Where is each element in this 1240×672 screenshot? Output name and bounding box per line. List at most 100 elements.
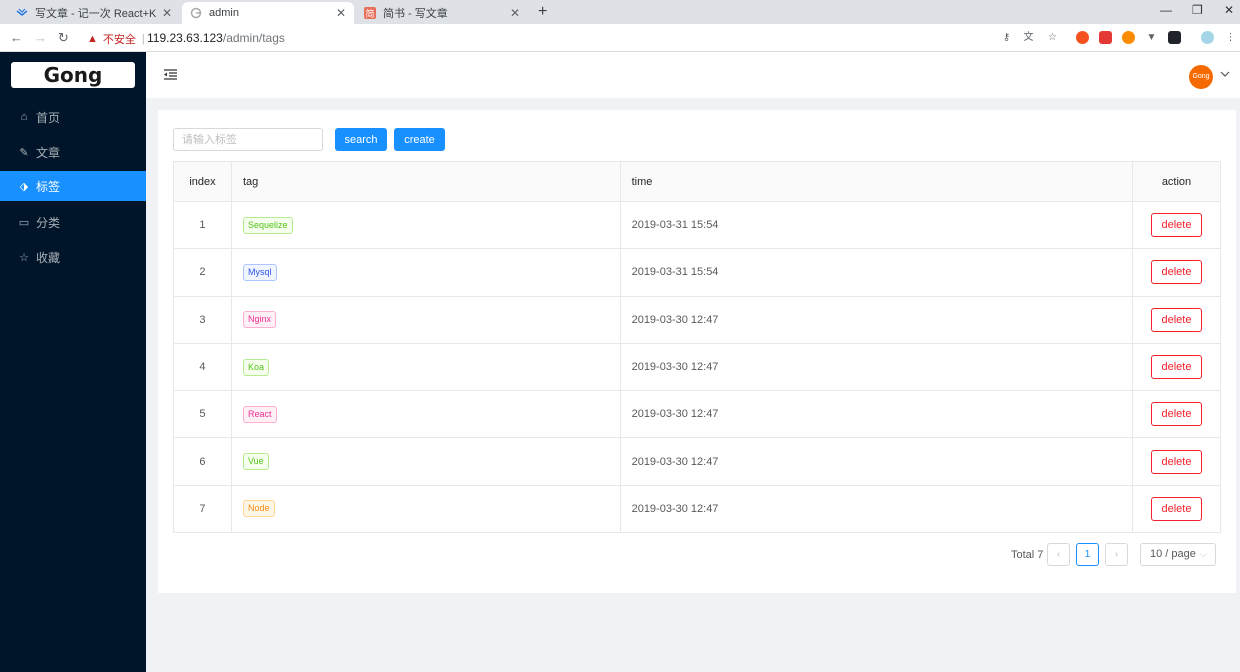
- warning-icon: ▲: [87, 33, 98, 45]
- sidebar-item-label: 收藏: [36, 250, 61, 265]
- delete-button[interactable]: delete: [1151, 402, 1202, 427]
- delete-button[interactable]: delete: [1151, 496, 1202, 521]
- row-action-cell: delete: [1132, 485, 1221, 534]
- sidebar-item-favorites[interactable]: ☆ 收藏: [0, 242, 146, 272]
- tag-badge: React: [242, 405, 277, 423]
- url-path: /admin/tags: [222, 31, 285, 45]
- sidebar-item-label: 标签: [36, 179, 61, 194]
- row-action-cell: delete: [1132, 296, 1221, 344]
- new-tab-icon[interactable]: +: [538, 3, 547, 21]
- close-icon[interactable]: ✕: [336, 6, 346, 20]
- page-size-value: 10 / page: [1150, 548, 1196, 560]
- chevron-down-icon[interactable]: [1220, 69, 1230, 81]
- reload-icon[interactable]: ↻: [58, 30, 69, 46]
- close-window-icon[interactable]: ✕: [1224, 3, 1234, 17]
- row-action-cell: delete: [1132, 201, 1221, 250]
- extension-icon[interactable]: [1076, 31, 1089, 44]
- tag-badge: Node: [242, 500, 275, 518]
- top-header: Gong: [146, 52, 1240, 98]
- star-icon: ☆: [19, 251, 29, 264]
- minimize-icon[interactable]: —: [1160, 3, 1172, 17]
- translate-icon[interactable]: 文: [1022, 31, 1035, 44]
- url-host: 119.23.63.123: [147, 31, 223, 45]
- row-time: 2019-03-30 12:47: [620, 485, 1134, 534]
- table-row: 6 Vue 2019-03-30 12:47 delete: [173, 437, 1221, 486]
- row-action-cell: delete: [1132, 248, 1221, 297]
- browser-tab-3[interactable]: 简 简书 - 写文章 ✕: [356, 2, 528, 24]
- back-icon[interactable]: ←: [10, 30, 23, 45]
- row-index: 3: [173, 296, 232, 344]
- sidebar-item-articles[interactable]: ✎ 文章: [0, 137, 146, 167]
- bookmark-star-icon[interactable]: ☆: [1046, 31, 1059, 44]
- url-field[interactable]: 119.23.63.123/admin/tags: [147, 31, 285, 45]
- sidebar-item-categories[interactable]: ▭ 分类: [0, 207, 146, 237]
- wind-icon: [16, 7, 28, 19]
- jianshu-icon: 简: [364, 7, 376, 19]
- delete-button[interactable]: delete: [1151, 260, 1202, 285]
- tag-badge: Koa: [242, 358, 269, 376]
- delete-button[interactable]: delete: [1151, 213, 1202, 238]
- close-icon[interactable]: ✕: [162, 6, 172, 20]
- row-time: 2019-03-31 15:54: [620, 201, 1134, 250]
- sidebar-item-tags[interactable]: ⬗ 标签: [0, 171, 146, 201]
- column-header-time: time: [620, 161, 1134, 202]
- sidebar: Gong ⌂ 首页 ✎ 文章 ⬗ 标签 ▭ 分类 ☆ 收藏: [0, 52, 146, 672]
- pagination-next-button[interactable]: ›: [1105, 543, 1128, 566]
- chevron-down-icon: ⌵: [1200, 549, 1207, 559]
- security-indicator[interactable]: ▲ 不安全 |: [87, 31, 151, 47]
- row-index: 6: [173, 437, 232, 486]
- more-menu-icon[interactable]: ⋮: [1224, 31, 1237, 44]
- sidebar-item-home[interactable]: ⌂ 首页: [0, 102, 146, 132]
- row-index: 5: [173, 390, 232, 439]
- browser-tab-1[interactable]: 写文章 - 记一次 React+Koa + M ✕: [8, 2, 180, 24]
- react-devtools-icon[interactable]: [1168, 31, 1181, 44]
- pagination-page-button[interactable]: 1: [1076, 543, 1099, 566]
- profile-icon[interactable]: [1201, 31, 1214, 44]
- vue-devtools-icon[interactable]: ▼: [1145, 31, 1158, 44]
- delete-button[interactable]: delete: [1151, 355, 1202, 380]
- row-time: 2019-03-30 12:47: [620, 343, 1134, 392]
- browser-tab-2[interactable]: admin ✕: [182, 2, 354, 24]
- browser-tab-title: admin: [209, 7, 239, 19]
- create-button[interactable]: create: [394, 128, 445, 151]
- table-row: 3 Nginx 2019-03-30 12:47 delete: [173, 296, 1221, 344]
- google-icon: [190, 7, 202, 19]
- logo: Gong: [11, 62, 135, 88]
- row-tag-cell: Nginx: [231, 296, 621, 344]
- column-header-action: action: [1132, 161, 1221, 202]
- row-time: 2019-03-31 15:54: [620, 248, 1134, 297]
- delete-button[interactable]: delete: [1151, 307, 1202, 332]
- pagination-total: Total 7: [1011, 549, 1044, 561]
- extension-icon[interactable]: [1122, 31, 1135, 44]
- extension-icon[interactable]: [1099, 31, 1112, 44]
- row-action-cell: delete: [1132, 390, 1221, 439]
- sidebar-item-label: 分类: [36, 215, 61, 230]
- row-index: 7: [173, 485, 232, 534]
- table-row: 5 React 2019-03-30 12:47 delete: [173, 390, 1221, 439]
- close-icon[interactable]: ✕: [510, 6, 520, 20]
- tag-icon: ⬗: [19, 180, 29, 193]
- row-tag-cell: Vue: [231, 437, 621, 486]
- row-tag-cell: Koa: [231, 343, 621, 392]
- search-button[interactable]: search: [335, 128, 387, 151]
- browser-tab-bar: 写文章 - 记一次 React+Koa + M ✕ admin ✕ 简 简书 -…: [0, 0, 1240, 24]
- delete-button[interactable]: delete: [1151, 449, 1202, 474]
- key-icon[interactable]: ⚷: [1000, 31, 1013, 44]
- tag-search-input[interactable]: [173, 128, 323, 151]
- home-icon: ⌂: [20, 111, 28, 123]
- maximize-icon[interactable]: ❐: [1192, 3, 1203, 17]
- sidebar-item-label: 文章: [36, 145, 61, 160]
- menu-fold-icon[interactable]: [164, 67, 177, 83]
- table-row: 1 Sequelize 2019-03-31 15:54 delete: [173, 201, 1221, 250]
- row-action-cell: delete: [1132, 437, 1221, 486]
- page-size-select[interactable]: 10 / page ⌵: [1140, 543, 1216, 566]
- folder-icon: ▭: [18, 216, 30, 229]
- column-header-tag: tag: [231, 161, 621, 202]
- row-index: 2: [173, 248, 232, 297]
- row-tag-cell: Sequelize: [231, 201, 621, 250]
- forward-icon[interactable]: →: [34, 30, 47, 45]
- content-card: search create index tag time action 1 Seq…: [158, 110, 1236, 593]
- avatar[interactable]: Gong: [1189, 65, 1213, 89]
- row-tag-cell: React: [231, 390, 621, 439]
- pagination-prev-button[interactable]: ‹: [1047, 543, 1070, 566]
